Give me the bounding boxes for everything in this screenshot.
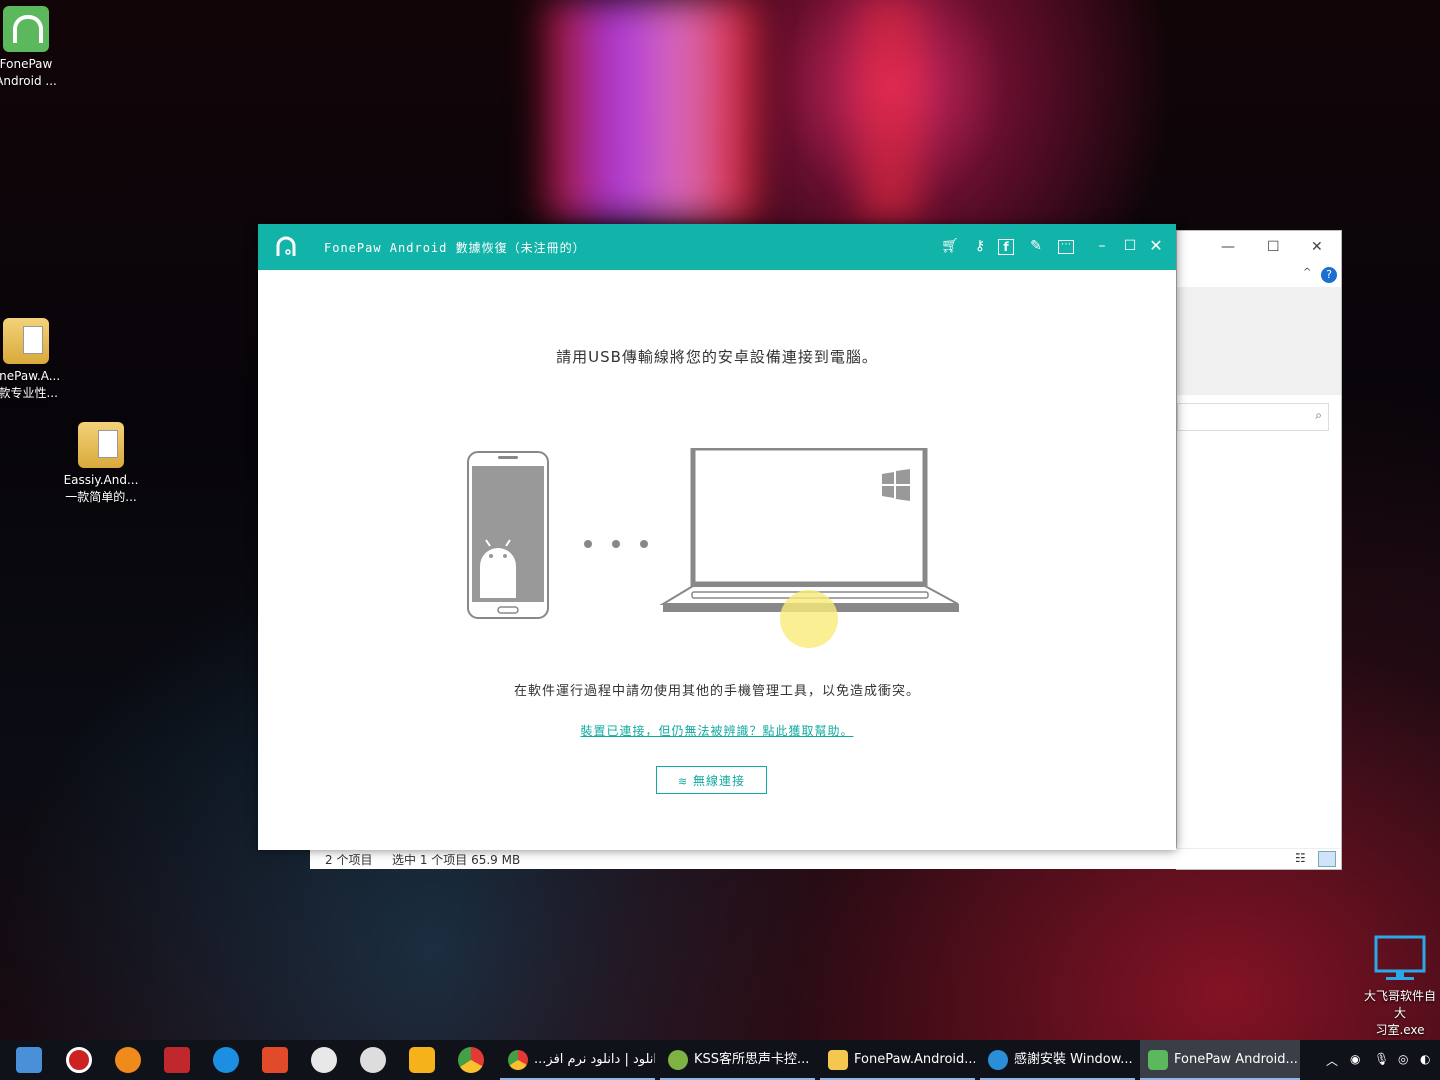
tiles-view-icon[interactable] — [1318, 851, 1336, 867]
key-icon[interactable]: ⚷ — [970, 236, 990, 256]
task-folder-fonepaw[interactable]: FonePaw.Android... — [820, 1040, 975, 1080]
desktop-icon-label: Eassiy.And... — [63, 473, 139, 487]
desktop-icon-label: 习室.exe — [1375, 1023, 1425, 1037]
fonepaw-window: FonePaw Android 數據恢復（未注冊的） 🛒︎ ⚷ f ✎ ⋯ – … — [258, 224, 1176, 850]
facebook-icon[interactable]: f — [998, 239, 1014, 255]
translate-icon[interactable] — [213, 1047, 239, 1073]
cursor-highlight — [780, 590, 838, 648]
dot — [640, 540, 648, 548]
windows-laptop-icon — [659, 448, 959, 612]
wallpaper-glow — [545, 0, 755, 220]
record-tray-icon[interactable]: ◉ — [1350, 1052, 1360, 1066]
status-selection: 选中 1 个项目 65.9 MB — [392, 853, 521, 867]
wifi-icon: ≋ — [677, 775, 689, 788]
task-fonepaw-active[interactable]: FonePaw Android... — [1140, 1040, 1300, 1080]
fox-icon[interactable] — [360, 1047, 386, 1073]
desktop-icon-label: FonePaw — [0, 57, 53, 71]
feedback-icon[interactable]: ✎ — [1026, 236, 1046, 256]
archive-folder-icon — [3, 318, 49, 364]
taskbar: ...ياس دانلود | دانلود نرم افز KSS客所思声卡控… — [0, 1040, 1440, 1080]
wireless-connect-button[interactable]: ≋ 無線連接 — [656, 766, 767, 794]
conflict-warning: 在軟件運行過程中請勿使用其他的手機管理工具，以免造成衝突。 — [513, 684, 920, 699]
close-icon[interactable]: ✕ — [1146, 236, 1166, 256]
office-icon[interactable] — [262, 1047, 288, 1073]
fonepaw-app-icon — [3, 6, 49, 52]
android-phone-icon — [467, 451, 549, 619]
connection-illustration — [467, 448, 959, 619]
desktop-icon-label: 大飞哥软件自 大 — [1363, 989, 1436, 1020]
explorer-status-bar: 2 个项目 选中 1 个项目 65.9 MB ☷ — [310, 848, 1340, 869]
folder-icon — [828, 1050, 848, 1070]
connect-panel: 請用USB傳輸線將您的安卓設備連接到電腦。 在軟件運行過程中請勿使用其他的手機管… — [258, 270, 1176, 850]
dot — [612, 540, 620, 548]
menu-icon[interactable]: ⋯ — [1058, 240, 1074, 254]
close-icon[interactable]: ✕ — [1311, 239, 1323, 255]
title-bar[interactable]: FonePaw Android 數據恢復（未注冊的） 🛒︎ ⚷ f ✎ ⋯ – … — [258, 224, 1176, 270]
cart-icon[interactable]: 🛒︎ — [940, 236, 960, 256]
chevron-up-icon[interactable]: ^ — [1303, 267, 1311, 278]
desktop-icon-fonepaw-archive[interactable]: onePaw.A... -款专业性... — [0, 318, 66, 402]
mail-icon[interactable] — [16, 1047, 42, 1073]
app-icon[interactable] — [409, 1047, 435, 1073]
task-kss[interactable]: KSS客所思声卡控... — [660, 1040, 815, 1080]
task-label: 感謝安裝 Window... — [1014, 1052, 1133, 1067]
fonepaw-logo-icon — [276, 236, 296, 256]
desktop-icon-label: Android ... — [0, 74, 57, 88]
desktop-icon-eassiy[interactable]: Eassiy.And... 一款简单的... — [61, 422, 141, 506]
help-icon[interactable]: ? — [1321, 267, 1337, 283]
tray-app-icon[interactable]: ◎ — [1398, 1052, 1408, 1066]
status-item-count: 2 个项目 — [325, 853, 373, 867]
maximize-icon[interactable]: ☐ — [1267, 239, 1280, 255]
chevron-up-icon[interactable]: ︿ — [1326, 1052, 1338, 1069]
microphone-icon[interactable]: 🎙︎ — [1374, 1052, 1389, 1066]
record-icon[interactable] — [66, 1047, 92, 1073]
window-title: FonePaw Android 數據恢復（未注冊的） — [324, 241, 586, 255]
maximize-icon[interactable]: ☐ — [1120, 236, 1140, 256]
chrome-icon — [508, 1050, 528, 1070]
details-view-icon[interactable]: ☷ — [1295, 851, 1306, 865]
chrome-icon[interactable] — [458, 1047, 484, 1073]
desktop-icon-label: onePaw.A... — [0, 369, 61, 383]
monitor-icon — [1374, 935, 1426, 980]
dot — [584, 540, 592, 548]
fonepaw-icon — [1148, 1050, 1168, 1070]
search-icon[interactable] — [115, 1047, 141, 1073]
task-label: FonePaw.Android... — [854, 1052, 975, 1067]
task-browser[interactable]: ...ياس دانلود | دانلود نرم افز — [500, 1040, 655, 1080]
kss-icon — [668, 1050, 688, 1070]
panda-icon[interactable] — [311, 1047, 337, 1073]
task-ie[interactable]: 感謝安裝 Window... — [980, 1040, 1135, 1080]
desktop-icon-label: 一款简单的... — [65, 490, 137, 504]
camera-icon[interactable] — [164, 1047, 190, 1073]
wireless-connect-label: 無線連接 — [693, 774, 746, 788]
minimize-icon[interactable]: – — [1092, 236, 1112, 256]
ie-icon — [988, 1050, 1008, 1070]
desktop-icon-fonepaw[interactable]: FonePaw Android ... — [0, 6, 66, 90]
search-input[interactable]: ⌕ — [1177, 403, 1329, 431]
archive-folder-icon — [78, 422, 124, 468]
desktop-icon-monitor-exe[interactable]: 大飞哥软件自 大 习室.exe — [1360, 935, 1440, 1039]
file-explorer-window: — ☐ ✕ ^ ? ⌕ — [1176, 230, 1342, 870]
task-label: ...ياس دانلود | دانلود نرم افز — [534, 1052, 655, 1067]
minimize-icon[interactable]: — — [1221, 239, 1235, 255]
wallpaper-glow-2 — [860, 0, 920, 220]
task-label: FonePaw Android... — [1174, 1052, 1298, 1067]
search-icon: ⌕ — [1315, 408, 1322, 422]
device-not-recognized-link[interactable]: 裝置已連接，但仍無法被辨識？點此獲取幫助。 — [258, 722, 1176, 739]
network-icon[interactable]: ◐ — [1420, 1052, 1430, 1066]
ribbon-pane — [1177, 287, 1341, 395]
desktop-icon-label: -款专业性... — [0, 386, 58, 400]
connect-instruction: 請用USB傳輸線將您的安卓設備連接到電腦。 — [556, 348, 878, 366]
task-label: KSS客所思声卡控... — [694, 1052, 810, 1067]
